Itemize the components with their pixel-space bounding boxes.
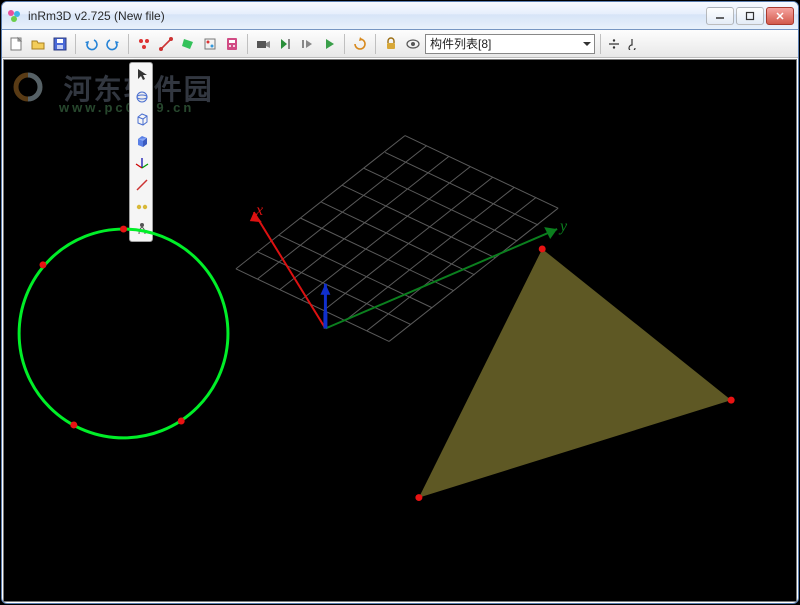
save-icon[interactable] bbox=[50, 34, 70, 54]
calculator-icon[interactable] bbox=[222, 34, 242, 54]
new-icon[interactable] bbox=[6, 34, 26, 54]
scene-canvas bbox=[4, 60, 796, 601]
hook-icon[interactable] bbox=[624, 36, 640, 52]
x-axis-label: x bbox=[256, 202, 263, 220]
lock-icon[interactable] bbox=[381, 34, 401, 54]
play-pause-icon[interactable] bbox=[275, 34, 295, 54]
face-color-icon[interactable] bbox=[178, 34, 198, 54]
app-window: inRm3D v2.725 (New file) 构件列表[8] bbox=[1, 1, 799, 604]
divide-icon[interactable] bbox=[606, 36, 622, 52]
close-button[interactable] bbox=[766, 7, 794, 25]
separator bbox=[344, 34, 345, 54]
object-list-dropdown[interactable]: 构件列表[8] bbox=[425, 34, 595, 54]
dropdown-label: 构件列表[8] bbox=[430, 35, 491, 52]
maximize-button[interactable] bbox=[736, 7, 764, 25]
play-icon[interactable] bbox=[319, 34, 339, 54]
refresh-icon[interactable] bbox=[350, 34, 370, 54]
separator bbox=[375, 34, 376, 54]
3d-viewport[interactable]: 河东软件园 www.pc0359.cn bbox=[3, 59, 797, 602]
camera-icon[interactable] bbox=[253, 34, 273, 54]
window-title: inRm3D v2.725 (New file) bbox=[28, 9, 165, 23]
separator bbox=[247, 34, 248, 54]
separator bbox=[75, 34, 76, 54]
triangle-face[interactable] bbox=[415, 245, 734, 501]
title-bar: inRm3D v2.725 (New file) bbox=[2, 2, 798, 30]
undo-icon[interactable] bbox=[81, 34, 101, 54]
minimize-button[interactable] bbox=[706, 7, 734, 25]
separator bbox=[600, 34, 601, 54]
style-icon[interactable] bbox=[200, 34, 220, 54]
point-tool-icon[interactable] bbox=[134, 34, 154, 54]
ground-grid bbox=[236, 136, 558, 342]
circle-shape[interactable] bbox=[19, 226, 228, 438]
redo-icon[interactable] bbox=[103, 34, 123, 54]
window-controls bbox=[706, 7, 794, 25]
open-icon[interactable] bbox=[28, 34, 48, 54]
y-axis-label: y bbox=[560, 218, 567, 236]
visibility-icon[interactable] bbox=[403, 34, 423, 54]
app-icon bbox=[6, 8, 22, 24]
step-icon[interactable] bbox=[297, 34, 317, 54]
main-toolbar: 构件列表[8] bbox=[2, 30, 798, 58]
separator bbox=[128, 34, 129, 54]
edge-tool-icon[interactable] bbox=[156, 34, 176, 54]
